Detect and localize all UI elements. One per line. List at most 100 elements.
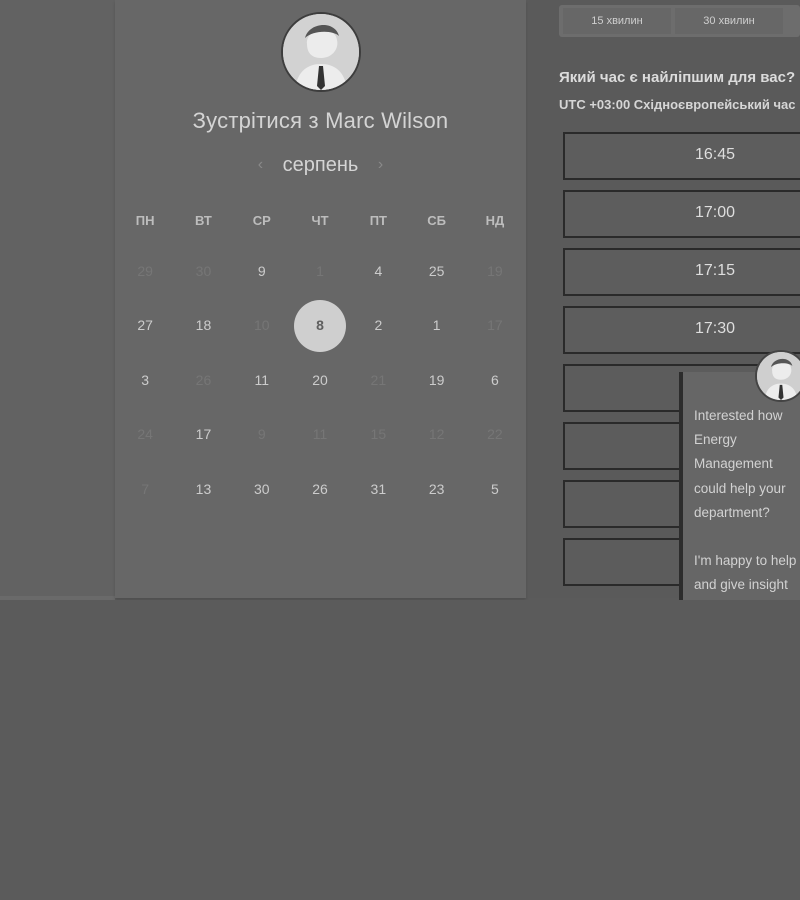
calendar-day-label: 3	[141, 371, 150, 388]
calendar-day-label: 23	[428, 480, 445, 497]
calendar-day[interactable]: 24	[116, 407, 174, 461]
calendar-week: 29 30 9 1 4 25 19	[116, 244, 524, 298]
page-background	[0, 600, 800, 900]
weekday-header: ПН ВТ СР ЧТ ПТ СБ НД	[116, 198, 524, 244]
weekday-label: ПН	[135, 213, 155, 228]
calendar-day-label: 27	[137, 317, 153, 334]
weekday-label: ПТ	[369, 213, 387, 228]
calendar-day[interactable]: 11	[291, 407, 349, 461]
duration-tab-30[interactable]: 30 хвилин	[675, 8, 783, 34]
calendar-day[interactable]: 1	[407, 298, 465, 352]
calendar-day-selected[interactable]: 8	[291, 298, 349, 352]
calendar-day[interactable]: 17	[174, 407, 232, 461]
calendar-day-label: 17	[195, 426, 212, 443]
calendar-day[interactable]: 4	[349, 244, 407, 298]
calendar-day[interactable]: 18	[174, 298, 232, 352]
time-slot[interactable]: 17:15	[563, 248, 800, 296]
calendar-grid: ПН ВТ СР ЧТ ПТ СБ НД 29 30 9 1 4 25 19 27 18 10 8 2…	[116, 198, 524, 516]
timezone-label[interactable]: UTC +03:00 Східноєвропейський час	[559, 97, 796, 112]
calendar-day-label: 30	[253, 480, 270, 497]
calendar-day-label: 15	[370, 426, 387, 443]
calendar-day-label: 7	[141, 480, 150, 497]
calendar-weeks: 29 30 9 1 4 25 19 27 18 10 8 2 1 17 3 26 11 20 21 19 6 24 17 9 1…	[116, 244, 524, 516]
calendar-day[interactable]: 30	[233, 462, 291, 516]
calendar-day-label: 31	[370, 480, 387, 497]
calendar-day[interactable]: 7	[116, 462, 174, 516]
calendar-day[interactable]: 5	[466, 462, 524, 516]
calendar-day[interactable]: 31	[349, 462, 407, 516]
time-slot-label: 17:00	[695, 204, 736, 221]
page-title: Зустрітися з Marc Wilson	[192, 108, 449, 133]
calendar-day[interactable]: 30	[174, 244, 232, 298]
chat-popup-message: Interested how Energy Management could h…	[694, 408, 797, 628]
calendar-day[interactable]: 11	[233, 353, 291, 407]
time-slot[interactable]: 17:30	[563, 306, 800, 354]
calendar-day[interactable]: 10	[233, 298, 291, 352]
time-slot[interactable]: 17:00	[563, 190, 800, 238]
calendar-day-label: 13	[195, 480, 212, 497]
calendar-day-label: 12	[428, 426, 445, 443]
chat-avatar[interactable]	[755, 350, 800, 402]
calendar-day-label: 20	[312, 371, 328, 388]
calendar-day[interactable]: 12	[407, 407, 465, 461]
calendar-day[interactable]: 17	[466, 298, 524, 352]
calendar-day-label: 1	[316, 263, 324, 279]
calendar-day[interactable]: 19	[466, 244, 524, 298]
calendar-day-label: 21	[370, 371, 387, 388]
calendar-day-label: 22	[487, 426, 503, 443]
calendar-day[interactable]: 22	[466, 407, 524, 461]
time-question: Який час є найліпшим для вас?	[559, 69, 796, 86]
weekday-label: СБ	[427, 213, 446, 228]
person-icon	[283, 14, 359, 90]
calendar-day-label: 19	[487, 263, 503, 279]
chevron-left-icon[interactable]: ‹	[258, 156, 263, 174]
calendar-day-label: 4	[374, 263, 383, 279]
calendar-day[interactable]: 15	[349, 407, 407, 461]
weekday-label: СР	[252, 213, 271, 228]
calendar-day-label: 30	[195, 263, 212, 279]
weekday-label: ВТ	[195, 213, 212, 228]
month-navigator: ‹ серпень ›	[115, 154, 526, 177]
calendar-week: 27 18 10 8 2 1 17	[116, 298, 524, 352]
calendar-day[interactable]: 21	[349, 353, 407, 407]
calendar-day[interactable]: 9	[233, 407, 291, 461]
calendar-day[interactable]: 6	[466, 353, 524, 407]
calendar-day-label: 19	[428, 371, 445, 388]
calendar-day-label: 29	[137, 263, 153, 279]
calendar-day[interactable]: 20	[291, 353, 349, 407]
calendar-day[interactable]: 13	[174, 462, 232, 516]
calendar-day[interactable]: 29	[116, 244, 174, 298]
calendar-day[interactable]: 1	[291, 244, 349, 298]
calendar-day[interactable]: 26	[174, 353, 232, 407]
calendar-day[interactable]: 19	[407, 353, 465, 407]
time-slot-label: 17:15	[695, 262, 736, 279]
time-slot-label: 16:45	[695, 146, 736, 163]
month-label: серпень	[282, 154, 359, 176]
duration-tab-more[interactable]	[787, 8, 800, 34]
calendar-week: 24 17 9 11 15 12 22	[116, 407, 524, 461]
calendar-day-label: 10	[253, 317, 270, 334]
calendar-day[interactable]: 3	[116, 353, 174, 407]
calendar-day-label: 11	[312, 426, 328, 443]
chevron-right-icon[interactable]: ›	[378, 156, 383, 174]
calendar-day-label: 11	[254, 371, 270, 388]
person-icon	[757, 352, 800, 400]
calendar-day-label: 26	[312, 480, 328, 497]
calendar-day[interactable]: 2	[349, 298, 407, 352]
background-panel-left	[0, 0, 115, 596]
calendar-week: 3 26 11 20 21 19 6	[116, 353, 524, 407]
calendar-day[interactable]: 27	[116, 298, 174, 352]
duration-tab-15[interactable]: 15 хвилин	[563, 8, 671, 34]
calendar-day[interactable]: 25	[407, 244, 465, 298]
time-slot[interactable]: 16:45	[563, 132, 800, 180]
time-slot-label: 17:30	[695, 320, 736, 337]
calendar-day-label: 25	[428, 263, 445, 279]
calendar-day[interactable]: 26	[291, 462, 349, 516]
calendar-day-label: 6	[491, 371, 499, 388]
host-avatar	[281, 12, 361, 92]
calendar-day-label: 9	[257, 426, 266, 443]
calendar-day[interactable]: 23	[407, 462, 465, 516]
weekday-label: ЧТ	[311, 213, 329, 228]
weekday-label: НД	[485, 213, 505, 228]
calendar-day[interactable]: 9	[233, 244, 291, 298]
